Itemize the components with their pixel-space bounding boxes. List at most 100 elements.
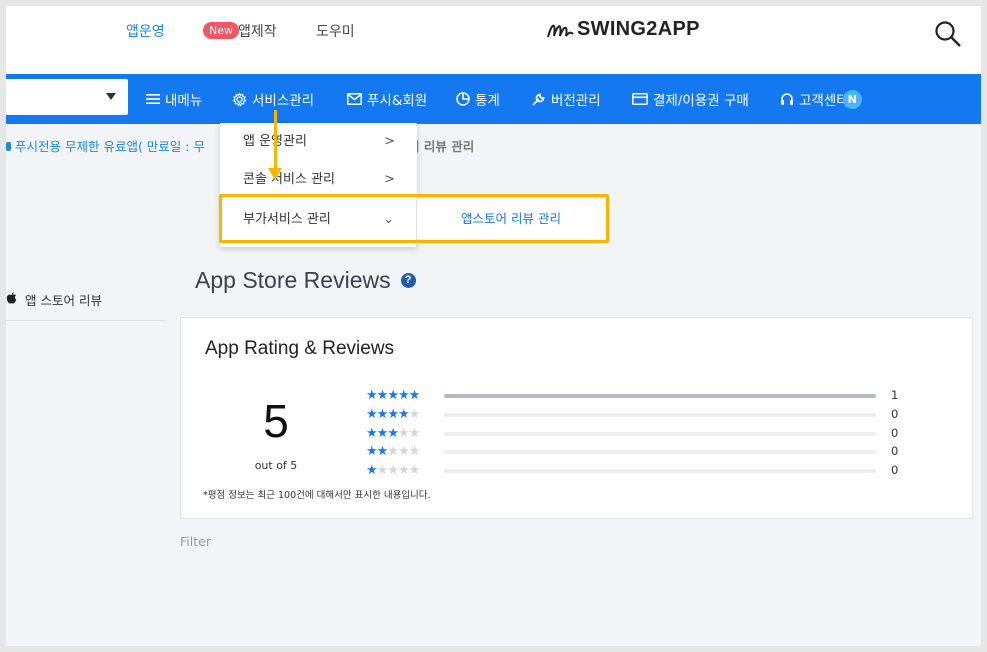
top-link-help[interactable]: 도우미 — [316, 21, 355, 41]
star-empty-icon: ★ — [397, 463, 410, 478]
gear-icon — [232, 91, 247, 107]
filter-label: Filter — [180, 534, 211, 549]
nav-label: 내메뉴 — [165, 93, 203, 109]
service-dropdown-menu: 앱 운영관리 > 콘솔 서비스 관리 > 부가서비스 관리 ⌄ — [220, 123, 417, 247]
rating-count: 0 — [891, 463, 899, 477]
nav-service-management[interactable]: 서비스관리 — [232, 89, 314, 109]
nav-my-menu[interactable]: 내메뉴 — [146, 89, 202, 109]
top-link-app-operation[interactable]: 앱운영 — [126, 21, 165, 41]
star-empty-icon: ★ — [397, 444, 410, 459]
rating-bar-track — [444, 394, 876, 398]
dropdown-item-label: 콘솔 서비스 관리 — [243, 172, 335, 187]
submenu-app-store-review-management[interactable]: 앱스토어 리뷰 관리 — [417, 199, 605, 239]
nav-label: 통계 — [475, 93, 500, 109]
star-empty-icon: ★ — [397, 426, 410, 441]
star-rating-icon: ★★★★★ — [366, 388, 421, 403]
top-header: 앱운영 New 앱제작 도우미 SWING2APP — [6, 6, 981, 74]
caret-down-icon — [106, 93, 116, 100]
star-empty-icon: ★ — [408, 426, 421, 441]
nav-label: 고객센터 — [799, 93, 849, 109]
page-title: App Store Reviews ? — [195, 267, 416, 294]
average-score: 5 — [263, 395, 289, 447]
rating-bar-track — [444, 413, 876, 417]
star-rating-icon: ★★★★★ — [366, 463, 420, 478]
chevron-right-icon: > — [384, 172, 395, 187]
dropdown-item-label: 부가서비스 관리 — [243, 212, 331, 227]
star-empty-icon: ★ — [408, 407, 421, 422]
star-filled-icon: ★ — [387, 388, 399, 403]
nav-statistics[interactable]: 통계 — [456, 89, 500, 109]
nav-label: 결제/이용권 구매 — [653, 93, 749, 109]
rating-bar-track — [444, 432, 876, 436]
rating-row-1-star: ★★★★★ 0 — [366, 463, 906, 478]
star-filled-icon: ★ — [366, 426, 378, 441]
star-empty-icon: ★ — [376, 463, 389, 478]
apple-icon — [6, 292, 17, 307]
nav-label: 버전관리 — [551, 93, 601, 109]
plan-notice-text: 푸시전용 무제한 유료앱( 만료일 : 무 — [15, 139, 205, 154]
rating-card: App Rating & Reviews 5 out of 5 ★★★★★ 1 ★★… — [180, 317, 973, 519]
sidebar-item-label: 앱 스토어 리뷰 — [25, 293, 102, 308]
app-select-dropdown[interactable] — [6, 79, 128, 115]
info-icon — [6, 142, 11, 151]
rating-row-3-star: ★★★★★ 0 — [366, 426, 906, 441]
new-notice-badge: N — [842, 89, 862, 109]
wrench-icon — [531, 92, 546, 107]
breadcrumb-current: 어 리뷰 관리 — [408, 139, 475, 154]
rating-bar-track — [444, 450, 876, 454]
rating-count: 0 — [891, 407, 899, 421]
rating-row-5-star: ★★★★★ 1 — [366, 388, 906, 403]
nav-customer-center[interactable]: 고객센터 N — [780, 89, 862, 109]
star-filled-icon: ★ — [408, 388, 421, 403]
star-filled-icon: ★ — [376, 426, 389, 441]
main-navbar: 내메뉴 서비스관리 푸시&회원 통계 버전관리 결제/이용권 구매 고객센터 N — [6, 74, 981, 124]
swing2app-logo[interactable]: SWING2APP — [546, 18, 700, 41]
star-filled-icon: ★ — [376, 407, 389, 422]
star-rating-icon: ★★★★★ — [366, 407, 421, 422]
star-filled-icon: ★ — [376, 388, 389, 403]
chevron-right-icon: > — [384, 134, 395, 149]
star-filled-icon: ★ — [366, 407, 378, 422]
chevron-down-icon: ⌄ — [383, 212, 394, 227]
star-filled-icon: ★ — [387, 407, 399, 422]
star-rating-icon: ★★★★★ — [366, 426, 421, 441]
nav-push-members[interactable]: 푸시&회원 — [347, 89, 427, 109]
star-filled-icon: ★ — [376, 444, 389, 459]
pie-chart-icon — [456, 92, 470, 106]
nav-version-management[interactable]: 버전관리 — [531, 89, 601, 109]
sidebar-item-app-store-review[interactable]: 앱 스토어 리뷰 — [6, 290, 166, 321]
rating-row-4-star: ★★★★★ 0 — [366, 407, 906, 422]
page-title-text: App Store Reviews — [195, 267, 391, 293]
annotation-arrow — [274, 110, 277, 170]
star-empty-icon: ★ — [408, 444, 421, 459]
logo-text: SWING2APP — [577, 18, 700, 40]
rating-card-title: App Rating & Reviews — [205, 338, 395, 359]
new-badge: New — [203, 22, 239, 39]
rating-note: *평점 정보는 최근 100건에 대해서만 표시한 내용입니다. — [203, 490, 431, 501]
rating-row-2-star: ★★★★★ 0 — [366, 444, 906, 459]
dropdown-item-app-operation[interactable]: 앱 운영관리 > — [220, 123, 417, 161]
arrow-down-icon — [268, 168, 282, 180]
card-icon — [632, 93, 648, 105]
score-scale: out of 5 — [254, 459, 298, 472]
nav-payment[interactable]: 결제/이용권 구매 — [632, 89, 749, 109]
app-frame: 앱운영 New 앱제작 도우미 SWING2APP 내메뉴 서비스관리 푸시&회… — [6, 6, 981, 646]
star-empty-icon: ★ — [387, 444, 399, 459]
star-filled-icon: ★ — [397, 407, 410, 422]
rating-bar-track — [444, 469, 876, 473]
nav-label: 푸시&회원 — [367, 93, 428, 109]
star-filled-icon: ★ — [366, 444, 378, 459]
star-filled-icon: ★ — [366, 388, 378, 403]
star-empty-icon: ★ — [387, 463, 399, 478]
dropdown-item-addon-service[interactable]: 부가서비스 관리 ⌄ — [220, 199, 417, 247]
star-filled-icon: ★ — [397, 388, 410, 403]
help-icon[interactable]: ? — [400, 273, 416, 288]
dropdown-item-console-service[interactable]: 콘솔 서비스 관리 > — [220, 161, 417, 199]
rating-count: 0 — [891, 426, 899, 440]
star-rating-icon: ★★★★★ — [366, 444, 421, 459]
search-icon[interactable] — [934, 20, 962, 48]
headset-icon — [780, 92, 794, 106]
rating-count: 1 — [891, 388, 899, 402]
mail-icon — [347, 93, 362, 105]
top-link-app-build[interactable]: 앱제작 — [238, 21, 277, 41]
